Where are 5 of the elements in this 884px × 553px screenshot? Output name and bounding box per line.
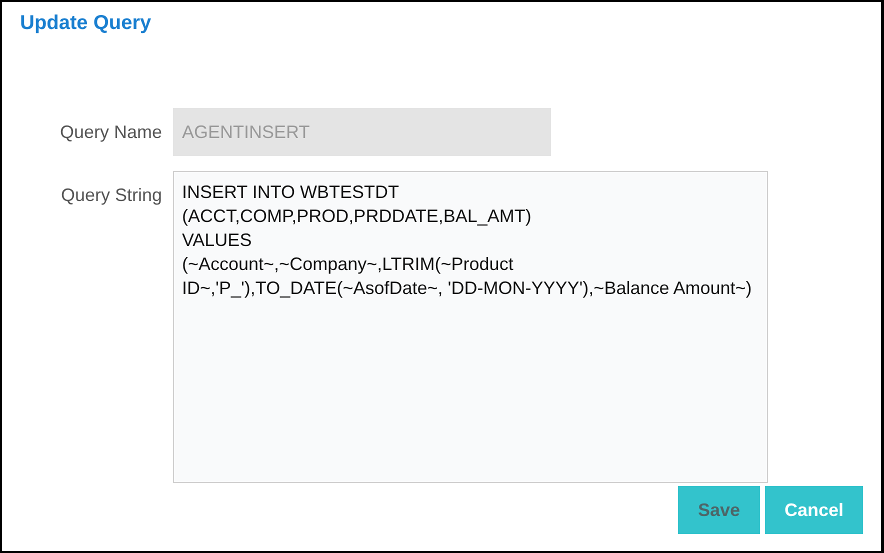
field-label: Query Name	[58, 122, 163, 143]
dialog-title: Update Query	[20, 12, 152, 35]
field-label: Query String	[60, 185, 163, 206]
query-string-field[interactable]: INSERT INTO WBTESTDT (ACCT,COMP,PROD,PRDDATE,BAL_AMT) VALUES (~Account~,~Company~,LTRIM(~Product ID~,'P_'),TO_DATE(~AsofDate~, 'DD-MON-YYYY'),~Balance Amount~)	[173, 171, 768, 483]
cancel-button[interactable]: Cancel	[765, 486, 863, 534]
